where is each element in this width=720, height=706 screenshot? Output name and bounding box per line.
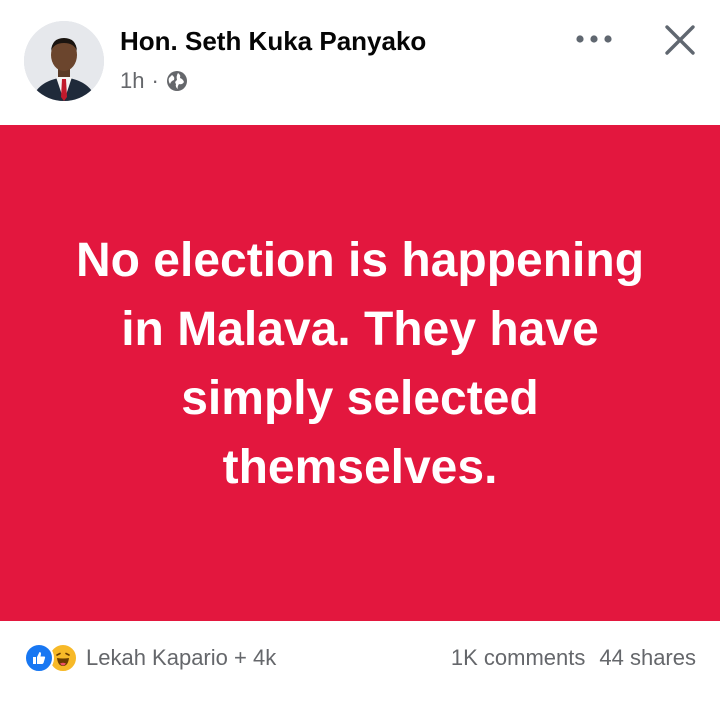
engagement-counts: 1K comments 44 shares	[451, 642, 696, 674]
reactors-text: Lekah Kapario + 4k	[86, 645, 277, 670]
comments-count[interactable]: 1K comments	[451, 645, 586, 671]
author-avatar[interactable]	[24, 21, 104, 101]
close-icon	[665, 25, 695, 55]
meta-separator: ·	[151, 68, 159, 93]
post-time[interactable]: 1h	[120, 68, 144, 94]
post-footer: Lekah Kapario + 4k 1K comments 44 shares	[0, 622, 720, 706]
shares-count[interactable]: 44 shares	[599, 645, 696, 671]
like-icon	[24, 643, 54, 673]
reactions-summary[interactable]: Lekah Kapario + 4k	[24, 642, 276, 674]
post-text-card[interactable]: No election is happening in Malava. They…	[0, 125, 720, 621]
more-options-icon	[576, 35, 612, 43]
post-meta: 1h ·	[120, 66, 188, 96]
author-name[interactable]: Hon. Seth Kuka Panyako	[120, 26, 426, 57]
globe-icon[interactable]	[166, 70, 188, 92]
more-options-button[interactable]	[570, 26, 618, 52]
post-text: No election is happening in Malava. They…	[75, 234, 645, 494]
close-button[interactable]	[656, 18, 704, 62]
post-header: Hon. Seth Kuka Panyako 1h ·	[0, 0, 720, 125]
